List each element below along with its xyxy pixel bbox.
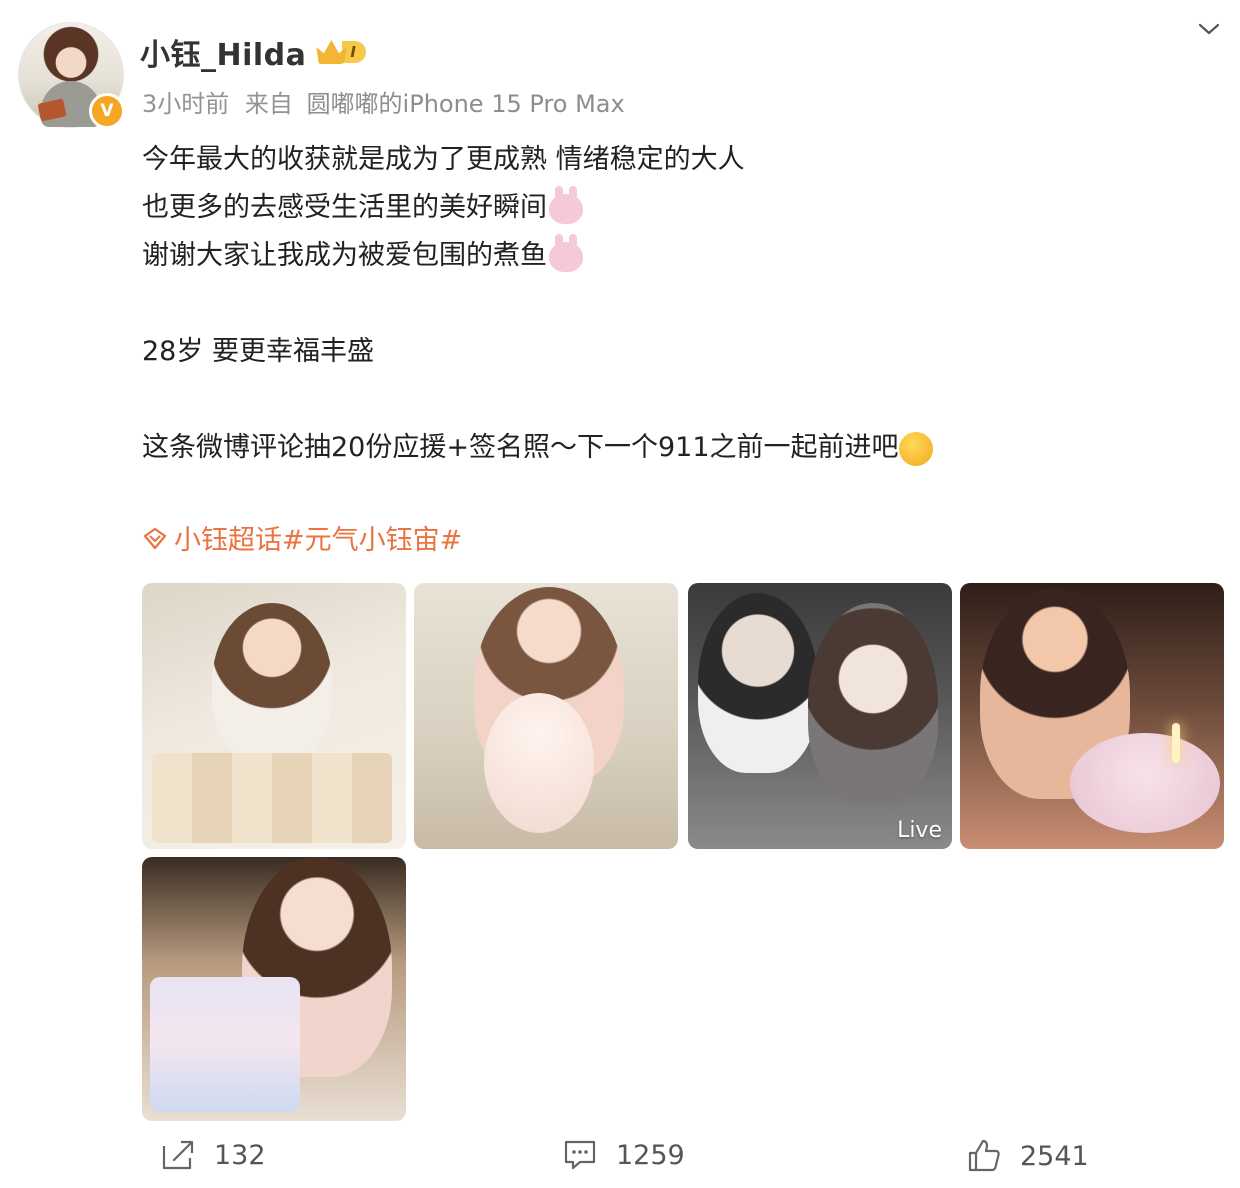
from-label: 来自: [244, 90, 293, 118]
post-line-4: 28岁 要更幸福丰盛: [142, 328, 1202, 376]
post-line-1: 今年最大的收获就是成为了更成熟 情绪稳定的大人: [142, 136, 1202, 184]
live-tag: Live: [897, 818, 942, 843]
bunny-emoji: [549, 185, 583, 224]
share-count: 132: [214, 1139, 266, 1171]
kiss-emoji: [898, 431, 933, 466]
comment-button[interactable]: 1259: [562, 1138, 685, 1172]
post-line-2: 也更多的去感受生活里的美好瞬间: [142, 184, 1202, 232]
name-row: 小钰_Hilda I: [140, 30, 366, 74]
post-line-5-text: 这条微博评论抽20份应援+签名照～下一个911之前一起前进吧: [142, 432, 899, 463]
like-count: 2541: [1020, 1140, 1089, 1172]
post-body: 今年最大的收获就是成为了更成熟 情绪稳定的大人 也更多的去感受生活里的美好瞬间 …: [142, 136, 1202, 472]
chevron-down-icon[interactable]: [1198, 18, 1220, 40]
photo-couple-selfie[interactable]: Live: [688, 583, 952, 849]
post-meta: 3小时前 来自 圆嘟嘟的iPhone 15 Pro Max: [142, 84, 625, 119]
level-badge: I: [316, 39, 366, 65]
share-button[interactable]: 132: [160, 1138, 266, 1172]
post-line-2-text: 也更多的去感受生活里的美好瞬间: [142, 192, 547, 223]
username[interactable]: 小钰_Hilda: [140, 30, 306, 74]
post-line-1-text: 今年最大的收获就是成为了更成熟 情绪稳定的大人: [142, 144, 745, 175]
photo-candle-wish[interactable]: [960, 583, 1224, 849]
bunny-emoji: [549, 233, 583, 272]
level-label: I: [342, 41, 366, 63]
comment-count: 1259: [616, 1139, 685, 1171]
share-icon: [162, 1140, 194, 1170]
post-time: 3小时前: [142, 90, 230, 118]
like-button[interactable]: 2541: [966, 1138, 1089, 1174]
post-line-5: 这条微博评论抽20份应援+签名照～下一个911之前一起前进吧: [142, 424, 1202, 472]
photo-cake-blowing[interactable]: [414, 583, 678, 849]
topic-link[interactable]: 小钰超话#元气小钰宙#: [142, 518, 462, 557]
post-source: 圆嘟嘟的iPhone 15 Pro Max: [306, 90, 625, 118]
photo-gifts[interactable]: [142, 583, 406, 849]
post-line-3-text: 谢谢大家让我成为被爱包围的煮鱼: [142, 240, 547, 271]
verified-badge: V: [89, 93, 125, 129]
action-bar: 132 1259 2541: [0, 1138, 1240, 1188]
comment-icon: [564, 1140, 596, 1170]
diamond-icon: [143, 527, 167, 549]
post-line-4-text: 28岁 要更幸福丰盛: [142, 336, 374, 367]
thumbs-up-icon: [968, 1139, 1000, 1172]
photo-holding-cake[interactable]: [142, 857, 406, 1121]
post-line-3: 谢谢大家让我成为被爱包围的煮鱼: [142, 232, 1202, 280]
topic-text: 小钰超话#元气小钰宙#: [174, 525, 463, 556]
